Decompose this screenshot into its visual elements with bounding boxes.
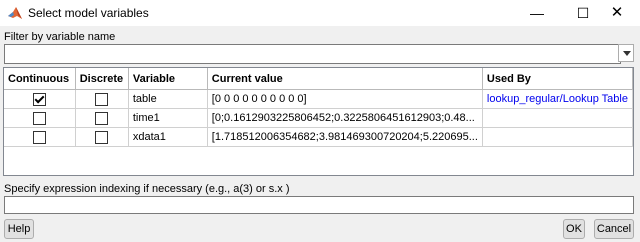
column-header-current-value[interactable]: Current value bbox=[207, 68, 483, 90]
column-header-discrete[interactable]: Discrete bbox=[75, 68, 129, 90]
discrete-cell bbox=[75, 127, 129, 147]
current-value-cell[interactable]: [1.718512006354682;3.981469300720204;5.2… bbox=[207, 127, 483, 147]
filter-label: Filter by variable name bbox=[4, 31, 116, 43]
table-row[interactable]: time1 [0;0.1612903225806452;0.3225806451… bbox=[4, 108, 633, 128]
discrete-checkbox[interactable] bbox=[95, 130, 109, 144]
continuous-checkbox[interactable] bbox=[32, 92, 46, 106]
close-button[interactable]: ✕ bbox=[594, 0, 640, 26]
column-header-variable[interactable]: Variable bbox=[128, 68, 208, 90]
variable-name-cell: xdata1 bbox=[128, 127, 208, 147]
table-header-row: Continuous Discrete Variable Current val… bbox=[4, 68, 633, 90]
used-by-cell bbox=[482, 127, 633, 147]
current-value-cell[interactable]: [0 0 0 0 0 0 0 0 0 0] bbox=[207, 89, 483, 109]
cancel-button[interactable]: Cancel bbox=[594, 219, 634, 239]
ok-button[interactable]: OK bbox=[563, 219, 585, 239]
continuous-checkbox[interactable] bbox=[32, 111, 46, 125]
discrete-cell bbox=[75, 89, 129, 109]
window-title: Select model variables bbox=[28, 6, 149, 20]
discrete-checkbox[interactable] bbox=[95, 111, 109, 125]
current-value-cell[interactable]: [0;0.1612903225806452;0.3225806451612903… bbox=[207, 108, 483, 128]
continuous-cell bbox=[4, 127, 76, 147]
filter-input[interactable] bbox=[4, 44, 621, 64]
title-bar: Select model variables — ☐ ✕ bbox=[0, 0, 640, 26]
column-header-used-by[interactable]: Used By bbox=[482, 68, 633, 90]
filter-dropdown-button[interactable] bbox=[618, 44, 634, 62]
column-header-continuous[interactable]: Continuous bbox=[4, 68, 76, 90]
used-by-cell bbox=[482, 108, 633, 128]
continuous-checkbox[interactable] bbox=[32, 130, 46, 144]
chevron-down-icon bbox=[623, 51, 631, 56]
expression-label: Specify expression indexing if necessary… bbox=[4, 183, 290, 195]
continuous-cell bbox=[4, 108, 76, 128]
minimize-button[interactable]: — bbox=[514, 0, 560, 26]
variable-name-cell: table bbox=[128, 89, 208, 109]
variable-name-cell: time1 bbox=[128, 108, 208, 128]
discrete-checkbox[interactable] bbox=[95, 92, 109, 106]
used-by-link[interactable]: lookup_regular/Lookup Table bbox=[482, 89, 633, 109]
table-row[interactable]: xdata1 [1.718512006354682;3.981469300720… bbox=[4, 127, 633, 147]
help-button[interactable]: Help bbox=[4, 219, 34, 239]
expression-input[interactable] bbox=[4, 196, 634, 214]
continuous-cell bbox=[4, 89, 76, 109]
variables-table[interactable]: Continuous Discrete Variable Current val… bbox=[3, 67, 634, 176]
discrete-cell bbox=[75, 108, 129, 128]
matlab-logo-icon bbox=[8, 7, 22, 19]
table-row[interactable]: table [0 0 0 0 0 0 0 0 0 0] lookup_regul… bbox=[4, 89, 633, 109]
